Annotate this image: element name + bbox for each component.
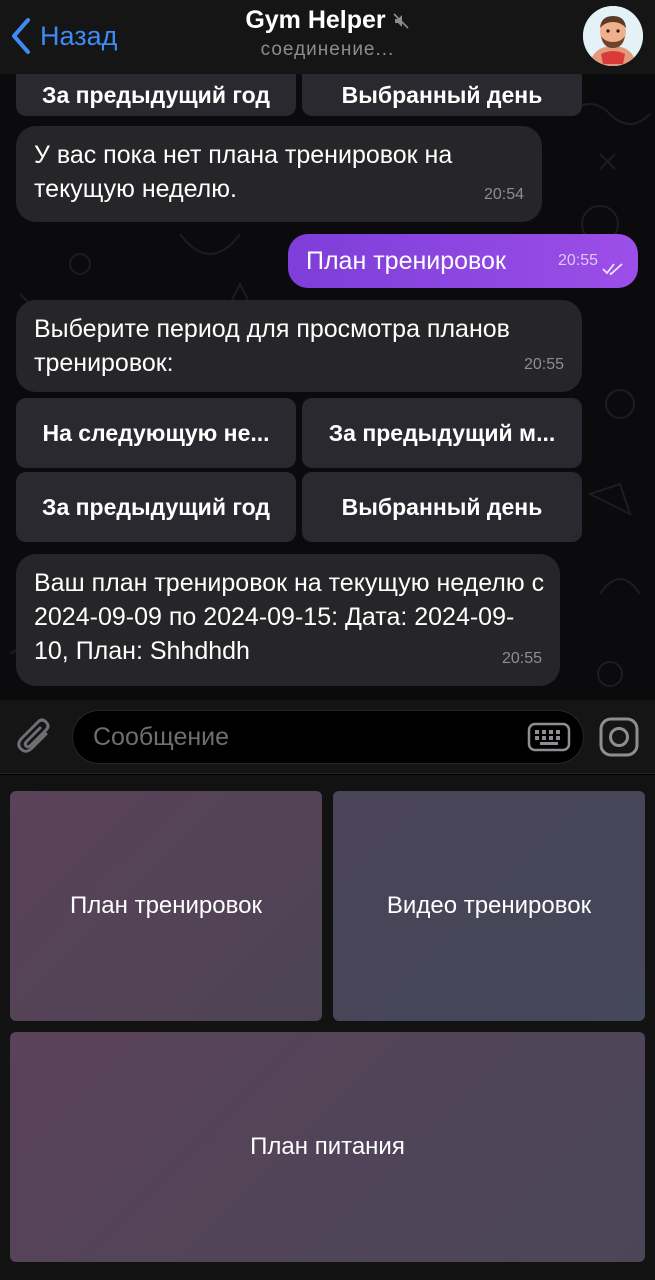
inline-button-prev-year-old[interactable]: За предыдущий год bbox=[16, 74, 296, 116]
message-text: План тренировок bbox=[306, 247, 506, 275]
inline-button-prev-year[interactable]: За предыдущий год bbox=[16, 472, 296, 542]
reply-button-label: Видео тренировок bbox=[386, 892, 592, 919]
outgoing-message: План тренировок 20:55 bbox=[288, 234, 638, 288]
incoming-message: Выберите период для просмотра планов тре… bbox=[16, 300, 582, 392]
message-time: 20:55 bbox=[523, 356, 564, 373]
reply-button-nutrition-plan[interactable]: План питания bbox=[10, 1032, 645, 1262]
inline-button-selected-day[interactable]: Выбранный день bbox=[302, 472, 582, 542]
read-checkmarks-icon bbox=[602, 263, 623, 276]
inline-button-label: За предыдущий год bbox=[42, 81, 270, 108]
inline-button-prev-month[interactable]: За предыдущий м... bbox=[302, 398, 582, 468]
inline-button-label: За предыдущий год bbox=[42, 493, 270, 520]
inline-button-label: Выбранный день bbox=[341, 81, 543, 108]
reply-button-label: План питания bbox=[250, 1133, 405, 1160]
mute-icon bbox=[393, 12, 409, 29]
message-time: 20:55 bbox=[557, 252, 598, 269]
chat-title: Gym Helper bbox=[245, 6, 386, 34]
incoming-message: У вас пока нет плана тренировок на текущ… bbox=[16, 126, 542, 222]
back-label: Назад bbox=[40, 20, 118, 51]
back-button[interactable]: Назад bbox=[10, 14, 117, 58]
message-text: Выберите период для просмотра планов тре… bbox=[34, 315, 510, 377]
bot-avatar[interactable] bbox=[583, 6, 643, 66]
chevron-left-icon bbox=[12, 18, 30, 54]
message-input-bar bbox=[0, 700, 655, 774]
inline-button-next-week[interactable]: На следующую не... bbox=[16, 398, 296, 468]
reply-keyboard: План тренировок Видео тренировок План пи… bbox=[0, 775, 655, 1280]
camera-icon[interactable] bbox=[598, 716, 640, 758]
chat-header: Назад Gym Helper соединение... bbox=[0, 0, 655, 74]
keyboard-icon[interactable] bbox=[527, 722, 571, 752]
inline-button-selected-day-old[interactable]: Выбранный день bbox=[302, 74, 582, 116]
incoming-message: Ваш план тренировок на текущую неделю с … bbox=[16, 554, 560, 686]
reply-button-workout-video[interactable]: Видео тренировок bbox=[333, 791, 645, 1021]
reply-button-label: План тренировок bbox=[70, 892, 262, 919]
inline-button-label: За предыдущий м... bbox=[328, 419, 556, 446]
message-input[interactable] bbox=[72, 710, 584, 764]
message-text: Ваш план тренировок на текущую неделю с … bbox=[34, 569, 545, 665]
inline-button-label: На следующую не... bbox=[42, 419, 270, 446]
inline-button-label: Выбранный день bbox=[341, 493, 543, 520]
paperclip-icon[interactable] bbox=[16, 716, 54, 758]
reply-button-workout-plan[interactable]: План тренировок bbox=[10, 791, 322, 1021]
message-text: У вас пока нет плана тренировок на текущ… bbox=[34, 141, 453, 203]
message-time: 20:55 bbox=[501, 650, 542, 667]
message-time: 20:54 bbox=[483, 186, 524, 203]
avatar-image bbox=[583, 6, 643, 66]
chat-area[interactable]: За предыдущий год Выбранный день У вас п… bbox=[0, 74, 655, 700]
